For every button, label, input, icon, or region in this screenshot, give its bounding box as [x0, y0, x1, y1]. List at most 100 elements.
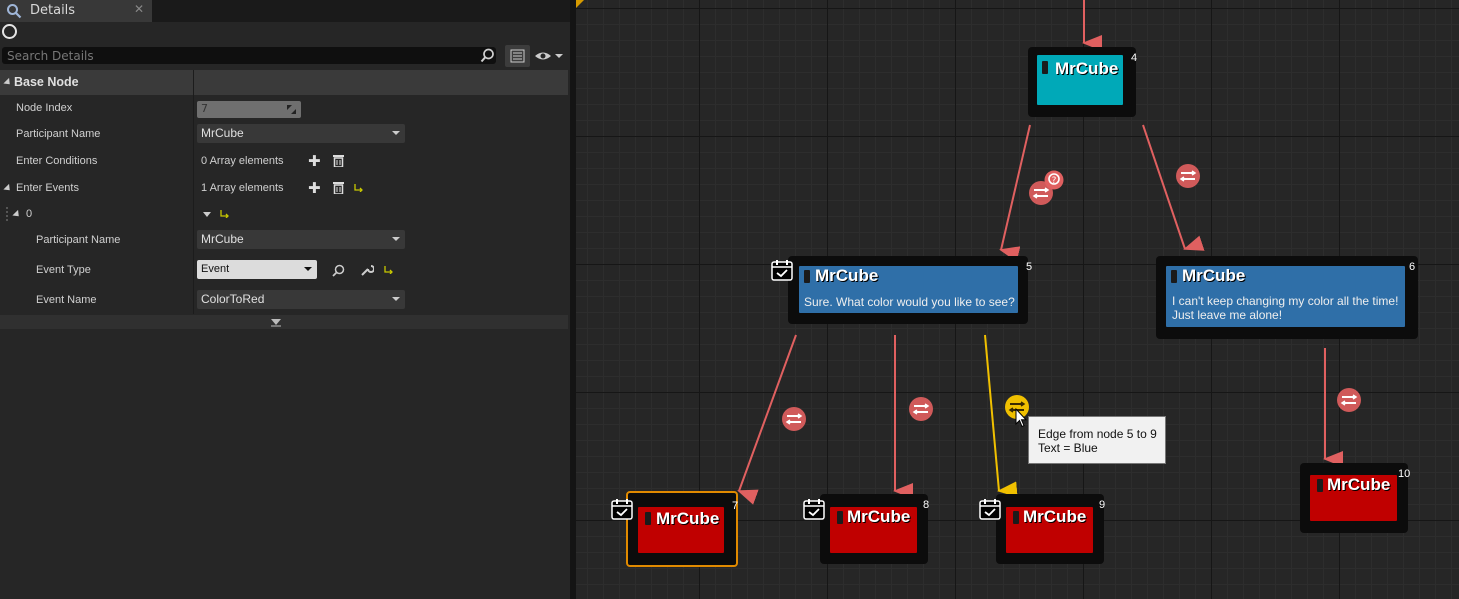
trash-icon[interactable] [333, 181, 344, 194]
event-name-combo[interactable]: ColorToRed [197, 290, 405, 309]
collapse-arrow-icon [12, 209, 22, 220]
participant-name-combo[interactable]: MrCube [197, 124, 405, 143]
calendar-event-icon [771, 260, 793, 281]
section-base-node[interactable]: Base Node [0, 70, 568, 95]
combo-value: Event [201, 263, 230, 275]
reset-default-icon[interactable] [220, 209, 229, 218]
node-text-line: Just leave me alone! [1172, 308, 1283, 322]
eye-icon [535, 52, 563, 60]
graph-node-5[interactable]: MrCube Sure. What color would you like t… [788, 256, 1032, 324]
help-icon[interactable]: ? [1044, 170, 1064, 190]
prop-label: Enter Conditions [16, 155, 98, 167]
search-input[interactable] [2, 47, 477, 64]
browse-icon[interactable] [332, 264, 345, 277]
speaker-icon [1317, 479, 1323, 492]
prop-label: Participant Name [36, 234, 121, 246]
collapse-arrow-icon [3, 77, 13, 88]
lock-toggle[interactable] [2, 24, 17, 39]
speaker-icon [645, 512, 651, 525]
calendar-event-icon [979, 499, 1001, 520]
graph-node-7[interactable]: MrCube 7 [626, 491, 738, 567]
graph-node-6[interactable]: MrCube I can't keep changing my color al… [1156, 256, 1418, 339]
edge-condition-icon[interactable] [1175, 163, 1201, 189]
resize-handle-icon [287, 105, 296, 114]
drag-handle-icon[interactable] [6, 207, 11, 221]
close-icon[interactable]: ✕ [134, 2, 144, 16]
element-index: 0 [26, 208, 33, 220]
speaker-icon [1171, 270, 1177, 283]
prop-row-enter-conditions: Enter Conditions 0 Array elements ✚ [0, 149, 568, 175]
prop-label: Enter Events [16, 182, 79, 194]
graph-canvas[interactable]: ? MrCube 4 MrCube Sure. What color would… [576, 0, 1459, 599]
view-options-button[interactable] [505, 45, 530, 67]
node-index: 8 [923, 499, 930, 511]
tab-details[interactable]: Details ✕ [0, 0, 152, 22]
trash-icon[interactable] [333, 154, 344, 167]
node-index: 5 [1026, 261, 1033, 273]
tooltip-line: Text = Blue [1038, 441, 1098, 455]
node-participant: MrCube [656, 509, 720, 528]
node-index: 6 [1409, 261, 1416, 273]
chevron-down-icon [304, 267, 312, 271]
array-count: 0 Array elements [201, 155, 284, 167]
prop-label: Event Name [36, 294, 97, 306]
speaker-icon [837, 511, 843, 524]
combo-value: ColorToRed [201, 292, 265, 306]
add-element-icon[interactable]: ✚ [308, 154, 321, 169]
node-participant: MrCube [1023, 507, 1087, 526]
node-index: 7 [732, 500, 739, 512]
array-element-0[interactable]: 0 [0, 202, 568, 228]
node-participant: MrCube [815, 266, 879, 285]
expand-advanced-icon [271, 319, 281, 327]
details-icon [7, 4, 22, 19]
prop-label: Participant Name [16, 128, 101, 140]
node-index-value: 7 [201, 102, 208, 115]
graph-node-10[interactable]: MrCube 10 [1300, 463, 1410, 533]
node-index: 9 [1099, 499, 1106, 511]
node-participant: MrCube [1055, 59, 1119, 78]
calendar-event-icon [803, 499, 825, 520]
reset-default-icon[interactable] [384, 265, 393, 274]
element-menu-icon[interactable] [203, 212, 211, 217]
reset-default-icon[interactable] [354, 183, 363, 192]
speaker-icon [1042, 61, 1048, 74]
node-participant: MrCube [1327, 475, 1391, 494]
edge-condition-icon[interactable] [781, 406, 807, 432]
edge-4-5[interactable] [999, 124, 1031, 262]
graph-node-8[interactable]: MrCube 8 [820, 494, 930, 564]
tab-bar: Details ✕ [0, 0, 570, 22]
combo-value: MrCube [201, 232, 244, 246]
advanced-expander[interactable] [0, 315, 568, 329]
event-type-combo[interactable]: Event [197, 260, 317, 279]
speaker-icon [1013, 511, 1019, 524]
prop-label: Event Type [36, 264, 91, 276]
node-index: 4 [1131, 52, 1138, 64]
array-count: 1 Array elements [201, 182, 284, 194]
combo-value: MrCube [201, 126, 244, 140]
graph-node-4[interactable]: MrCube 4 [1028, 47, 1138, 117]
visibility-dropdown[interactable] [534, 47, 566, 65]
tab-title: Details [30, 3, 76, 18]
wrench-icon[interactable] [360, 263, 374, 277]
add-element-icon[interactable]: ✚ [308, 181, 321, 196]
prop-label: Node Index [16, 102, 73, 114]
tooltip-line: Edge from node 5 to 9 [1038, 427, 1157, 441]
node-index-field: 7 [197, 101, 301, 118]
node-participant: MrCube [847, 507, 911, 526]
search-icon[interactable] [480, 48, 495, 63]
search-box [2, 47, 496, 64]
edge-condition-icon[interactable] [1336, 387, 1362, 413]
chevron-down-icon [392, 237, 400, 241]
node-text: Sure. What color would you like to see? [804, 295, 1015, 309]
node-text-line: I can't keep changing my color all the t… [1172, 294, 1399, 308]
graph-node-9[interactable]: MrCube 9 [996, 494, 1106, 564]
prop-row-enter-events[interactable]: Enter Events 1 Array elements ✚ [0, 176, 568, 202]
section-title: Base Node [14, 75, 79, 89]
node-participant: MrCube [1182, 266, 1246, 285]
mouse-cursor-icon [1015, 408, 1027, 428]
edge-5-9[interactable] [984, 334, 1018, 498]
edge-condition-icon[interactable] [908, 396, 934, 422]
speaker-icon [804, 270, 810, 283]
chevron-down-icon [392, 131, 400, 135]
event-participant-combo[interactable]: MrCube [197, 230, 405, 249]
